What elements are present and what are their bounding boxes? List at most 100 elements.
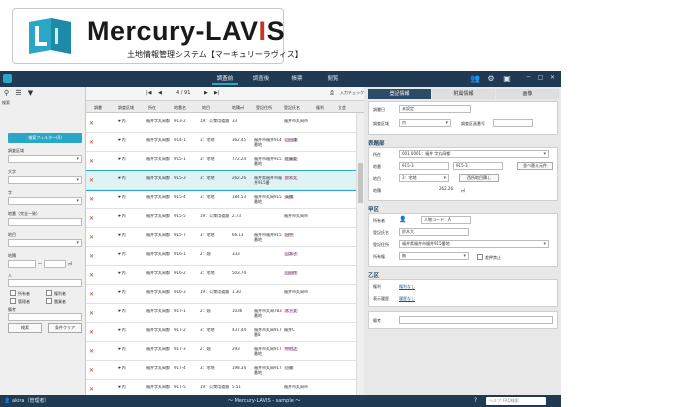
nav-tab-reports[interactable]: 帳票 <box>284 74 310 85</box>
chiban-a-input[interactable]: 915-3 <box>399 162 449 170</box>
chimoku-select[interactable] <box>8 239 82 247</box>
tab-attached[interactable]: 附属情報 <box>432 89 495 99</box>
chimoku-copy-button[interactable]: 西所地目積し <box>459 174 499 182</box>
error-x-icon[interactable]: ✕ <box>89 386 96 393</box>
list-icon[interactable]: ☰ <box>14 89 23 98</box>
table-row[interactable]: ✕ ☛内 福井字丸岡都 913-2 19：公衆用道路 33 福井市丸岡市 <box>86 114 356 133</box>
ownership-select[interactable]: 無 <box>399 252 469 260</box>
error-x-icon[interactable]: ✕ <box>89 272 96 279</box>
col-area[interactable]: 調査区域 <box>118 105 134 111</box>
table-row[interactable]: ✕ ☛内 福井字丸岡都 917-3 2：畑 293 福井市丸岡917番地 中村之 <box>86 342 356 361</box>
error-x-icon[interactable]: ✕ <box>89 367 96 374</box>
help-icon[interactable]: ? <box>474 395 477 407</box>
search-icon[interactable]: ⚲ <box>2 89 11 98</box>
prev-page-icon[interactable]: ◀ <box>158 90 162 96</box>
rights-link[interactable]: 権利なし <box>399 284 415 290</box>
gear-icon[interactable]: ⚙ <box>486 74 496 84</box>
table-row[interactable]: ✕ ☛内 福井字丸岡都 917-1 2：畑 1036 福井市丸岡783番地 木下文 <box>86 304 356 323</box>
nav-tab-browse[interactable]: 閲覧 <box>320 74 346 85</box>
seizure-prohibited-check[interactable]: 差押禁止 <box>477 254 501 261</box>
error-x-icon[interactable]: ✕ <box>89 120 96 127</box>
survey-area-select[interactable] <box>8 155 82 163</box>
table-row[interactable]: ✕ ☛内 福井字丸岡都 917-4 3：宅地 198.34 福井市丸岡917番地 小林 <box>86 361 356 380</box>
error-x-icon[interactable]: ✕ <box>89 234 96 241</box>
col-chosho[interactable]: 調書 <box>94 105 102 111</box>
check-farmer[interactable]: 農業者 <box>46 298 66 305</box>
table-row[interactable]: ✕ ☛内 福井字丸岡都 916-2 3：宅地 503.74 山田作 <box>86 266 356 285</box>
search-filter-button[interactable]: 検索フィルター(0) <box>8 133 82 143</box>
scroll-thumb[interactable] <box>358 163 363 203</box>
filter-icon[interactable]: ▼ <box>26 89 35 98</box>
close-icon[interactable]: ✕ <box>548 73 557 83</box>
oaza-select[interactable] <box>8 176 82 184</box>
error-x-icon[interactable]: ✕ <box>89 310 96 317</box>
table-row[interactable]: ✕ ☛内 福井字丸岡都 914-1 3：宅地 362.45 福井市福井914番地 山田谦 <box>86 133 356 152</box>
chiseki-max-input[interactable] <box>44 260 66 268</box>
col-loc[interactable]: 所在 <box>148 105 156 111</box>
error-x-icon[interactable]: ✕ <box>89 177 96 184</box>
clear-conditions-button[interactable]: 条件クリア <box>48 323 82 333</box>
minimize-icon[interactable]: ─ <box>524 73 533 83</box>
first-page-icon[interactable]: |◀ <box>146 90 152 96</box>
users-icon[interactable]: 👥 <box>470 74 480 84</box>
error-x-icon[interactable]: ✕ <box>89 196 96 203</box>
aza-select[interactable] <box>8 197 82 205</box>
print-icon[interactable]: ⎙ <box>330 90 334 96</box>
nav-tab-before-survey[interactable]: 調査前 <box>212 74 238 85</box>
next-page-icon[interactable]: ▶ <box>204 90 208 96</box>
table-row[interactable]: ✕ ☛内 福井字丸岡都 916-1 2：畑 333 山本子 <box>86 247 356 266</box>
table-row[interactable]: ✕ ☛内 福井字丸岡都 917-5 19：公衆用道路 5.51 福井市丸岡市 <box>86 380 356 395</box>
table-row[interactable]: ✕ ☛内 福井字丸岡都 915-3 3：宅地 262.26 福井県福井市福井915番 鈴木太 <box>86 170 357 191</box>
table-scrollbar[interactable] <box>356 113 364 395</box>
error-x-icon[interactable]: ✕ <box>89 253 96 260</box>
tab-images[interactable]: 画像 <box>496 89 559 99</box>
error-x-icon[interactable]: ✕ <box>89 139 96 146</box>
check-owner[interactable]: 所有者 <box>10 290 30 297</box>
table-row[interactable]: ✕ ☛内 福井字丸岡都 915-4 3：宅地 184.53 福井市丸岡915番地 高橋 <box>86 190 356 209</box>
error-x-icon[interactable]: ✕ <box>89 329 96 336</box>
table-row[interactable]: ✕ ☛内 福井字丸岡都 917-2 3：宅地 437.44 福井市丸岡917番8 福井C <box>86 323 356 342</box>
save-icon[interactable]: ▣ <box>502 74 512 84</box>
remarks-input[interactable] <box>8 313 82 321</box>
table-row[interactable]: ✕ ☛内 福井字丸岡都 915-5 19：公衆用道路 2.73 福井市丸岡市 <box>86 209 356 228</box>
entry-check-button[interactable]: 入力チェック <box>340 90 364 96</box>
chosho-date-field[interactable]: 未設定 <box>399 105 471 113</box>
chiban-b-input[interactable]: 915-3 <box>453 162 503 170</box>
last-page-icon[interactable]: ▶| <box>214 90 220 96</box>
owner-code-field[interactable]: 人物コード：A <box>421 216 471 224</box>
nav-tab-after-survey[interactable]: 調査後 <box>248 74 274 85</box>
error-x-icon[interactable]: ✕ <box>89 215 96 222</box>
error-x-icon[interactable]: ✕ <box>89 158 96 165</box>
col-moku[interactable]: 地目 <box>202 105 210 111</box>
shozai-select[interactable]: 001 0001：福井 字丸岡都 <box>399 150 549 158</box>
person-input[interactable] <box>8 279 82 287</box>
check-manager[interactable]: 管理者 <box>10 298 30 305</box>
col-tachiai[interactable]: 立会 <box>338 105 346 111</box>
reg-address-select[interactable]: 福井県福井市福井915番地 <box>399 240 549 248</box>
col-kenri[interactable]: 権利 <box>316 105 324 111</box>
chimoku-detail-select[interactable]: 3：宅地 <box>399 174 449 182</box>
remarks-detail-input[interactable] <box>399 316 553 324</box>
error-x-icon[interactable]: ✕ <box>89 348 96 355</box>
table-row[interactable]: ✕ ☛内 福井字丸岡都 915-1 3：宅地 772.24 福井市福井915番地 佐藤夏 <box>86 152 356 171</box>
area-number-input[interactable] <box>493 119 533 127</box>
help-search-input[interactable]: ヘルプ･FAQ検索 <box>486 397 546 405</box>
reg-name-field[interactable]: 鈴木大 <box>399 228 469 236</box>
label-oaza: 大字 <box>8 169 16 174</box>
table-row[interactable]: ✕ ☛内 福井字丸岡都 915-7 3：宅地 66.13 福井市福井915番地 田中 <box>86 228 356 247</box>
tab-registry[interactable]: 登記情報 <box>368 89 431 99</box>
history-link[interactable]: 履歴なし <box>399 296 415 302</box>
survey-area-detail-select[interactable]: 内 <box>399 119 451 127</box>
check-right-holder[interactable]: 権利者 <box>46 290 66 297</box>
error-x-icon[interactable]: ✕ <box>89 291 96 298</box>
col-seki[interactable]: 地積㎡ <box>232 105 244 111</box>
col-name[interactable]: 登記氏名 <box>284 105 300 111</box>
table-row[interactable]: ✕ ☛内 福井字丸岡都 916-3 19：公衆用道路 1.30 福井市丸岡市 <box>86 285 356 304</box>
chiseki-min-input[interactable] <box>8 260 36 268</box>
reorder-button[interactable]: 並べ替え元件 <box>517 162 553 170</box>
search-button[interactable]: 検索 <box>8 323 42 333</box>
maximize-icon[interactable]: □ <box>536 73 545 83</box>
chiban-input[interactable] <box>8 218 82 226</box>
col-addr[interactable]: 登記住所 <box>256 105 272 111</box>
col-num[interactable]: 地番名 <box>174 105 186 111</box>
